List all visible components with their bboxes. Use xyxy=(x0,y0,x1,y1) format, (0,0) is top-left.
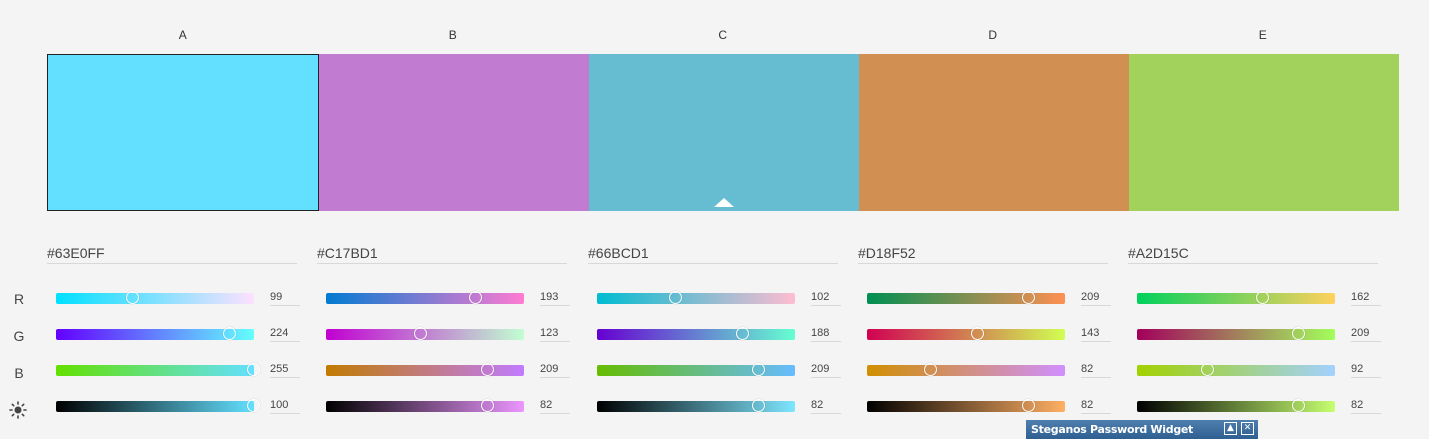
row-label-red: R xyxy=(13,291,25,307)
column-label-e: E xyxy=(1258,28,1268,42)
row-label-green: G xyxy=(13,328,25,344)
column-label-b: B xyxy=(448,28,458,42)
column-label-c: C xyxy=(718,28,728,42)
hex-input-b[interactable] xyxy=(317,243,567,264)
slider-b-blue[interactable] xyxy=(326,363,524,376)
color-swatch-c[interactable] xyxy=(589,54,859,211)
value-a-blue[interactable]: 255 xyxy=(270,363,300,378)
close-icon[interactable]: ✕ xyxy=(1241,422,1254,435)
widget-title: Steganos Password Widget xyxy=(1031,423,1194,436)
steganos-password-widget[interactable]: Steganos Password Widget ▲ ✕ xyxy=(1026,420,1258,439)
value-c-red[interactable]: 102 xyxy=(811,291,841,306)
value-a-brightness[interactable]: 100 xyxy=(270,399,300,414)
slider-knob[interactable] xyxy=(971,327,985,340)
value-b-red[interactable]: 193 xyxy=(540,291,570,306)
slider-knob[interactable] xyxy=(1022,291,1036,304)
slider-knob[interactable] xyxy=(1201,363,1215,376)
hex-input-a[interactable] xyxy=(47,243,297,264)
hex-input-c[interactable] xyxy=(588,243,838,264)
slider-knob[interactable] xyxy=(752,399,766,412)
value-c-green[interactable]: 188 xyxy=(811,327,841,342)
slider-knob[interactable] xyxy=(735,327,749,340)
column-label-d: D xyxy=(988,28,998,42)
slider-knob[interactable] xyxy=(125,291,139,304)
slider-b-green[interactable] xyxy=(326,327,524,340)
slider-knob[interactable] xyxy=(669,291,683,304)
slider-knob[interactable] xyxy=(923,363,937,376)
slider-b-red[interactable] xyxy=(326,291,524,304)
slider-knob[interactable] xyxy=(468,291,482,304)
slider-knob[interactable] xyxy=(1292,399,1306,412)
slider-a-red[interactable] xyxy=(56,291,254,304)
value-c-brightness[interactable]: 82 xyxy=(811,399,841,414)
triangle-up-icon[interactable]: ▲ xyxy=(1224,422,1237,435)
column-label-a: A xyxy=(178,28,188,42)
value-d-brightness[interactable]: 82 xyxy=(1081,399,1111,414)
value-d-blue[interactable]: 82 xyxy=(1081,363,1111,378)
value-e-brightness[interactable]: 82 xyxy=(1351,399,1381,414)
slider-knob[interactable] xyxy=(247,363,260,376)
slider-knob[interactable] xyxy=(481,399,495,412)
value-c-blue[interactable]: 209 xyxy=(811,363,841,378)
slider-e-green[interactable] xyxy=(1137,327,1335,340)
color-swatch-d[interactable] xyxy=(859,54,1129,211)
slider-knob[interactable] xyxy=(222,327,236,340)
hex-input-d[interactable] xyxy=(858,243,1108,264)
color-swatch-b[interactable] xyxy=(319,54,589,211)
slider-e-red[interactable] xyxy=(1137,291,1335,304)
slider-d-green[interactable] xyxy=(867,327,1065,340)
value-e-blue[interactable]: 92 xyxy=(1351,363,1381,378)
slider-knob[interactable] xyxy=(1255,291,1269,304)
slider-d-blue[interactable] xyxy=(867,363,1065,376)
slider-d-brightness[interactable] xyxy=(867,399,1065,412)
value-e-red[interactable]: 162 xyxy=(1351,291,1381,306)
hex-input-e[interactable] xyxy=(1128,243,1378,264)
brightness-sun-icon xyxy=(9,401,27,419)
row-label-blue: B xyxy=(14,365,24,381)
value-b-blue[interactable]: 209 xyxy=(540,363,570,378)
value-e-green[interactable]: 209 xyxy=(1351,327,1381,342)
slider-knob[interactable] xyxy=(414,327,428,340)
active-swatch-indicator-icon xyxy=(714,198,734,207)
slider-a-green[interactable] xyxy=(56,327,254,340)
slider-d-red[interactable] xyxy=(867,291,1065,304)
slider-e-blue[interactable] xyxy=(1137,363,1335,376)
slider-knob[interactable] xyxy=(1292,327,1306,340)
slider-knob[interactable] xyxy=(752,363,766,376)
slider-c-red[interactable] xyxy=(597,291,795,304)
slider-e-brightness[interactable] xyxy=(1137,399,1335,412)
color-swatch-e[interactable] xyxy=(1129,54,1399,211)
value-d-red[interactable]: 209 xyxy=(1081,291,1111,306)
value-a-green[interactable]: 224 xyxy=(270,327,300,342)
value-b-green[interactable]: 123 xyxy=(540,327,570,342)
slider-c-green[interactable] xyxy=(597,327,795,340)
color-swatch-a[interactable] xyxy=(47,54,319,211)
slider-a-blue[interactable] xyxy=(56,363,260,376)
value-a-red[interactable]: 99 xyxy=(270,291,300,306)
value-d-green[interactable]: 143 xyxy=(1081,327,1111,342)
slider-c-blue[interactable] xyxy=(597,363,795,376)
value-b-brightness[interactable]: 82 xyxy=(540,399,570,414)
slider-knob[interactable] xyxy=(247,399,260,412)
slider-knob[interactable] xyxy=(481,363,495,376)
slider-a-brightness[interactable] xyxy=(56,399,260,412)
slider-c-brightness[interactable] xyxy=(597,399,795,412)
slider-knob[interactable] xyxy=(1022,399,1036,412)
slider-b-brightness[interactable] xyxy=(326,399,524,412)
